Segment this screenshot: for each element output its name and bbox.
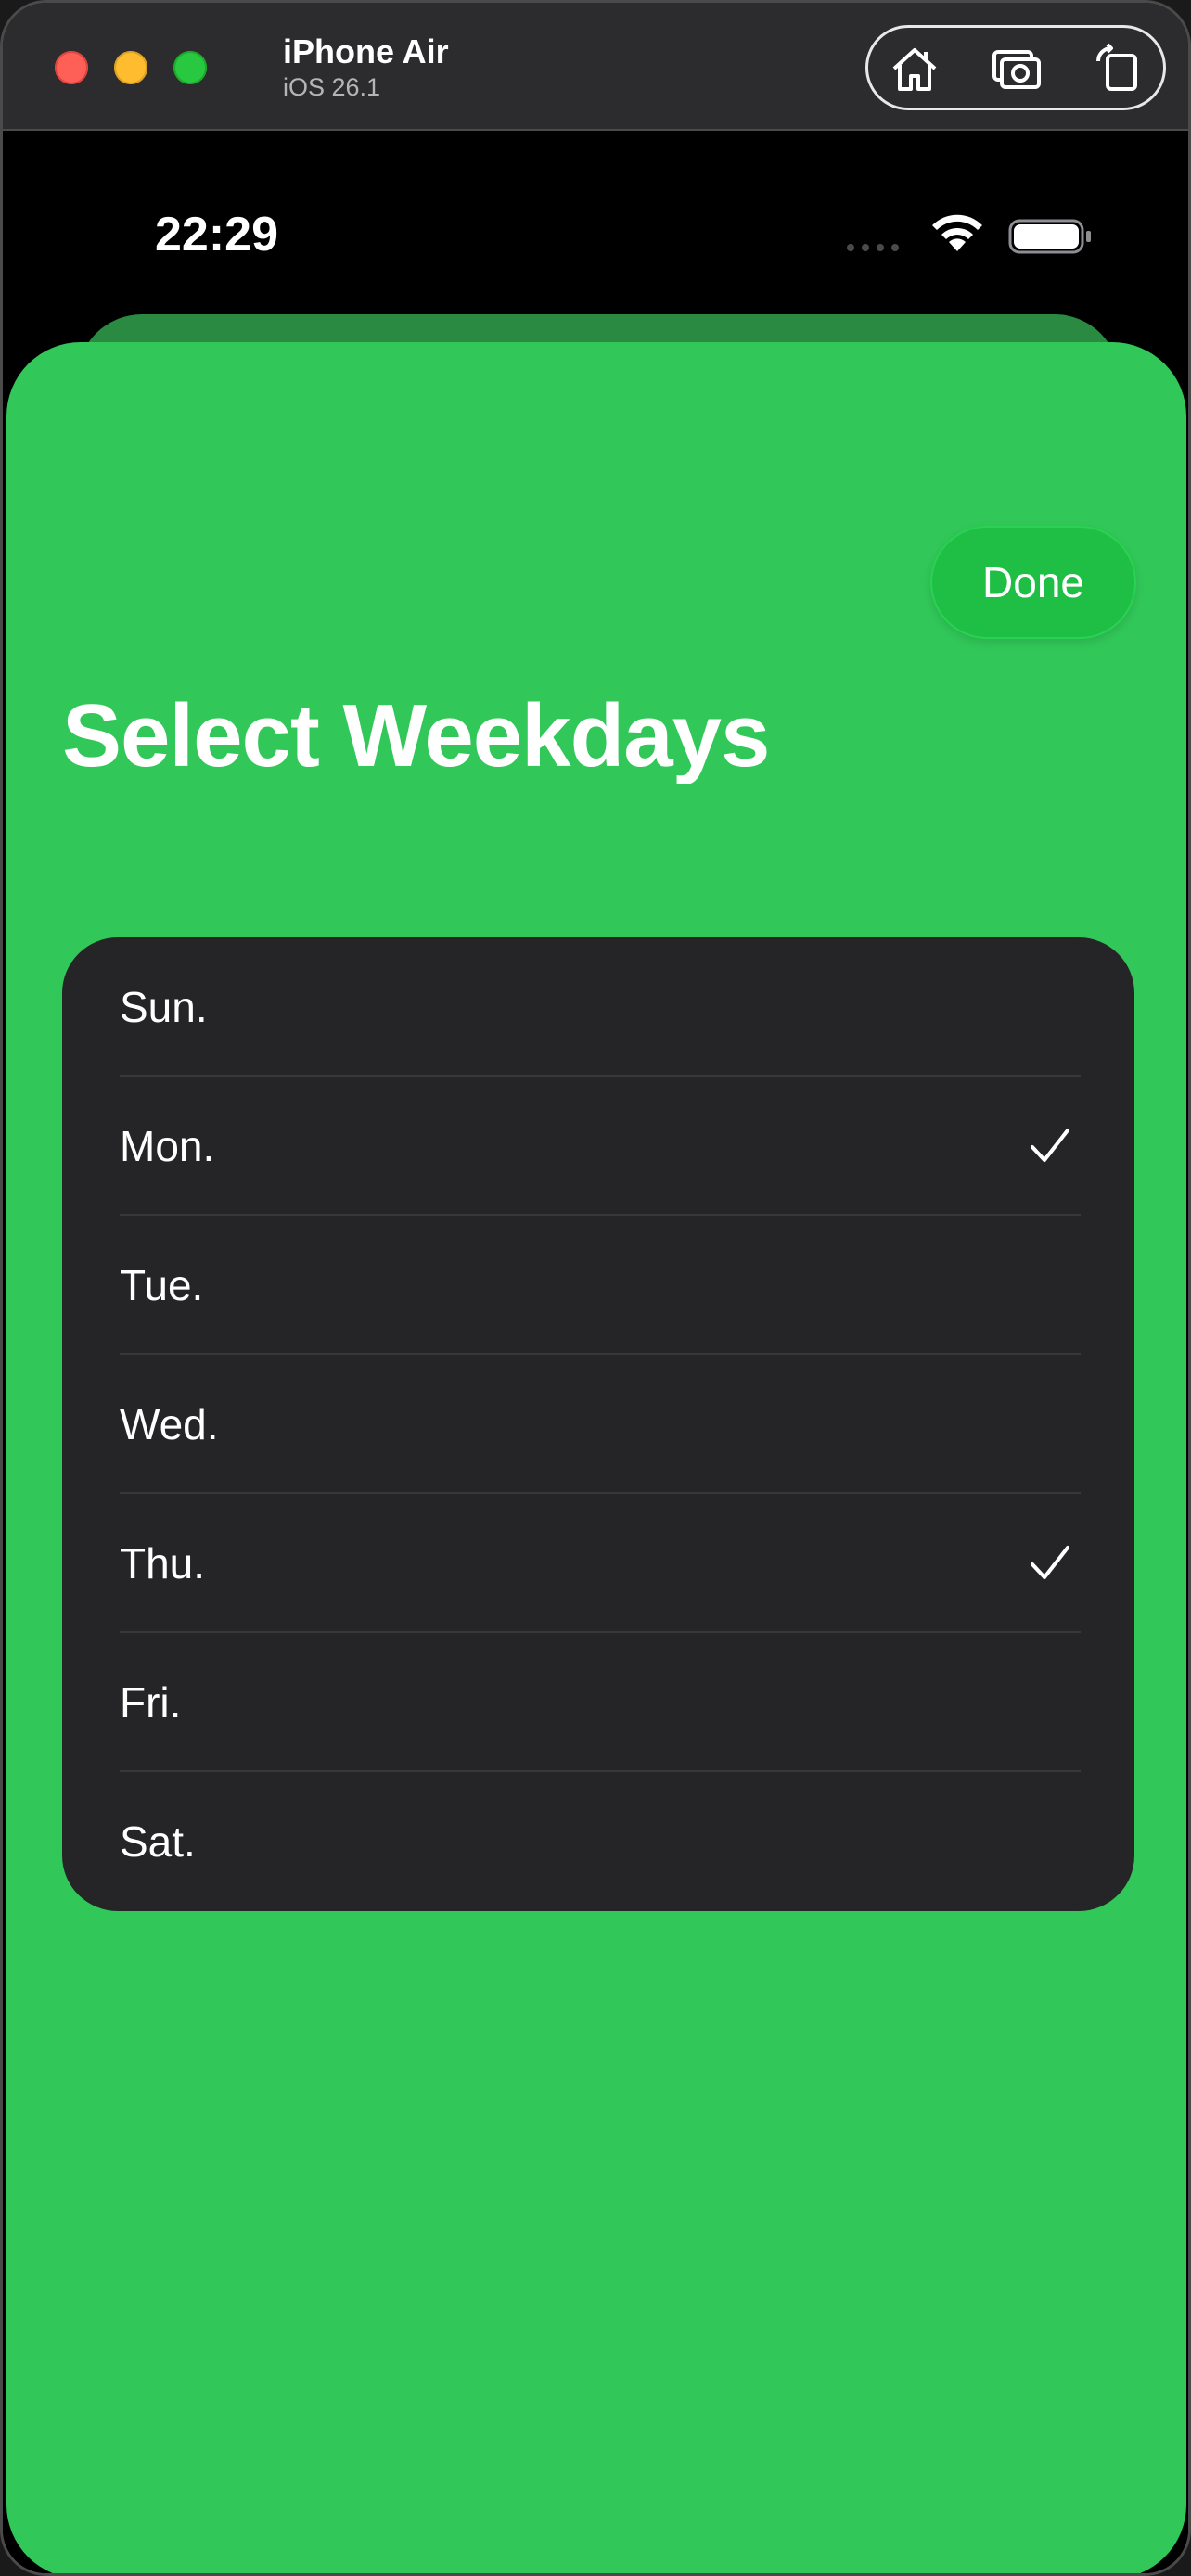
weekday-row-tue[interactable]: Tue.	[62, 1216, 1134, 1355]
cellular-signal-icon	[847, 244, 899, 251]
checkmark-icon	[1031, 1546, 1069, 1579]
zoom-window-button[interactable]	[173, 51, 207, 84]
weekday-row-sun[interactable]: Sun.	[62, 937, 1134, 1077]
weekday-label: Sat.	[120, 1817, 196, 1866]
simulator-titlebar: iPhone Air iOS 26.1	[3, 3, 1188, 131]
checkmark-icon	[1031, 1129, 1069, 1162]
device-os-version: iOS 26.1	[283, 73, 381, 101]
weekday-label: Sun.	[120, 983, 208, 1031]
weekday-row-thu[interactable]: Thu.	[62, 1494, 1134, 1633]
weekday-row-mon[interactable]: Mon.	[62, 1077, 1134, 1216]
screenshot-icon[interactable]	[989, 41, 1044, 96]
weekday-row-sat[interactable]: Sat.	[62, 1772, 1134, 1911]
device-name: iPhone Air	[283, 32, 449, 70]
weekday-label: Tue.	[120, 1261, 204, 1309]
weekday-row-wed[interactable]: Wed.	[62, 1355, 1134, 1494]
simulator-window: iPhone Air iOS 26.1 22:29 Done Select We…	[0, 0, 1191, 2576]
minimize-window-button[interactable]	[114, 51, 147, 84]
wifi-icon	[932, 214, 982, 251]
weekday-label: Thu.	[120, 1539, 206, 1588]
rotate-icon[interactable]	[1091, 41, 1146, 96]
weekday-label: Wed.	[120, 1400, 219, 1448]
page-title: Select Weekdays	[62, 686, 770, 785]
done-button[interactable]: Done	[930, 526, 1136, 639]
weekday-label: Fri.	[120, 1678, 182, 1727]
battery-icon	[1008, 219, 1091, 254]
weekday-row-fri[interactable]: Fri.	[62, 1633, 1134, 1772]
simulator-toolbar	[865, 25, 1166, 110]
weekday-label: Mon.	[120, 1122, 215, 1170]
weekday-list: Sun. Mon. Tue. Wed. Thu. Fri. Sat.	[62, 937, 1134, 1911]
home-icon[interactable]	[887, 41, 942, 96]
phone-screen: 22:29 Done Select Weekdays Sun. Mon. Tue…	[3, 131, 1188, 2573]
close-window-button[interactable]	[55, 51, 88, 84]
status-time: 22:29	[155, 208, 278, 261]
